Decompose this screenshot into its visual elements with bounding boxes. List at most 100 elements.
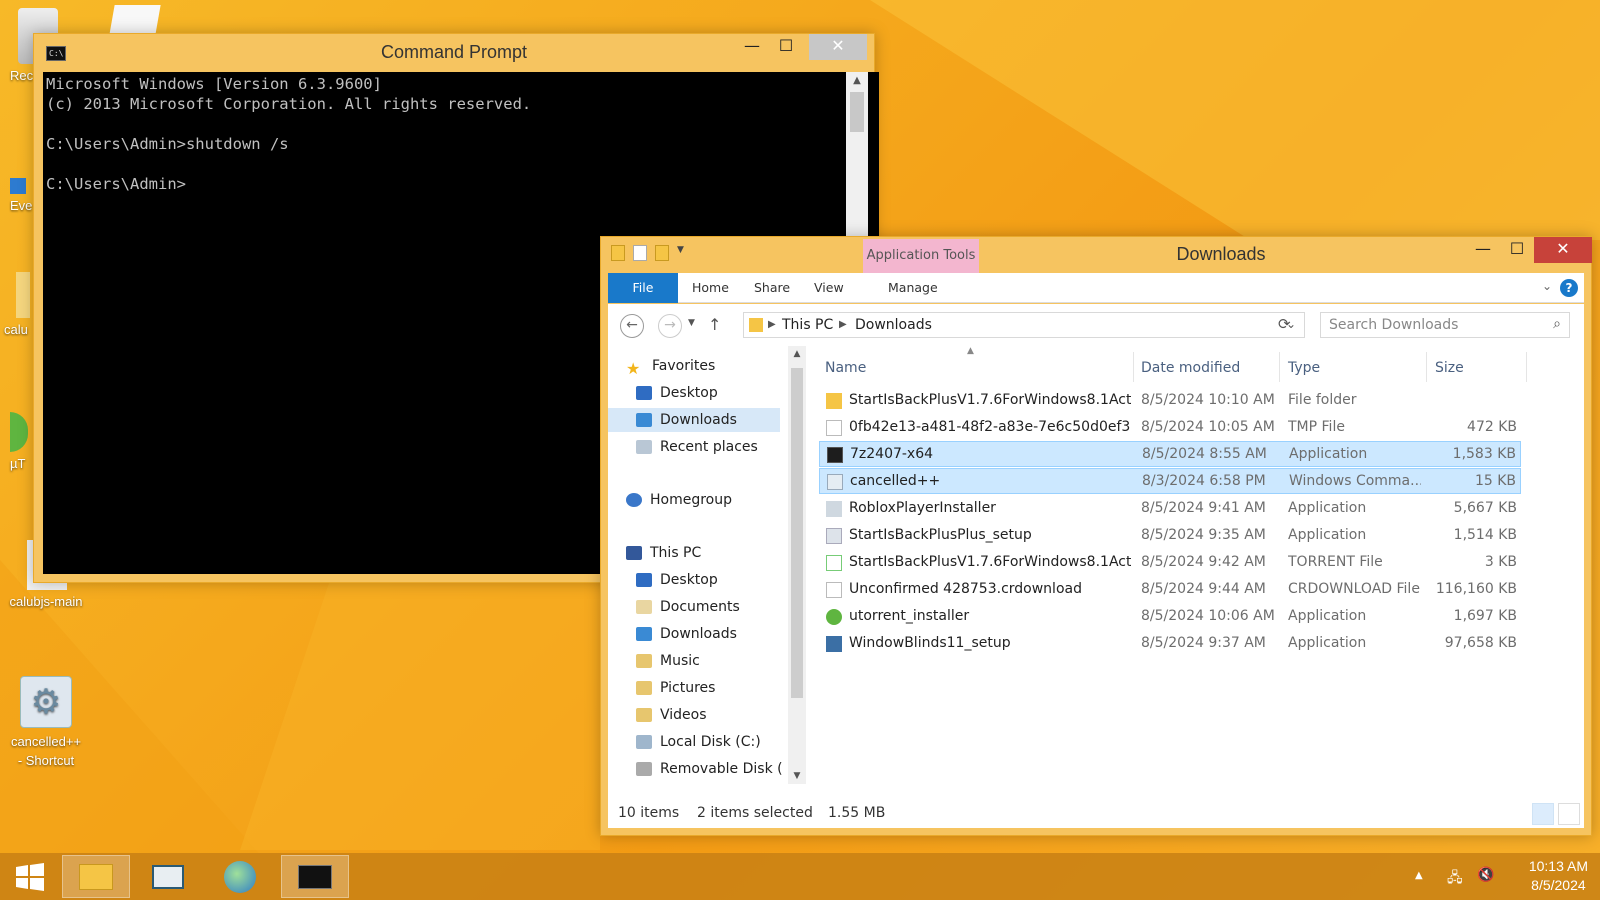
window-icon xyxy=(152,864,184,889)
taskbar-app-window[interactable] xyxy=(134,855,202,898)
system-clock[interactable]: 10:13 AM 8/5/2024 xyxy=(1529,857,1588,895)
file-size: 472 KB xyxy=(1467,419,1517,435)
file-row[interactable]: utorrent_installer 8/5/2024 10:06 AM App… xyxy=(819,604,1521,630)
nav-removable-disk[interactable]: Removable Disk ( xyxy=(636,757,783,781)
minimize-button[interactable]: — xyxy=(735,34,769,60)
column-header-name[interactable]: Name xyxy=(825,360,866,376)
nav-desktop[interactable]: Desktop xyxy=(636,381,718,405)
selection-size: 1.55 MB xyxy=(828,805,886,821)
address-toolbar: ← → ▼ ↑ ▶ This PC ▶ Downloads ⌄ ⟳ Search… xyxy=(608,304,1584,346)
file-row[interactable]: StartIsBackPlusV1.7.6ForWindows8.1Activ.… xyxy=(819,550,1521,576)
nav-this-pc[interactable]: This PC xyxy=(626,541,701,565)
file-row[interactable]: 0fb42e13-a481-48f2-a83e-7e6c50d0ef37... … xyxy=(819,415,1521,441)
browser-globe-icon xyxy=(224,860,256,893)
back-button[interactable]: ← xyxy=(620,314,644,338)
scroll-thumb[interactable] xyxy=(850,92,864,132)
desktop-icon xyxy=(636,386,652,400)
file-row-selected[interactable]: cancelled++ 8/3/2024 6:58 PM Windows Com… xyxy=(819,468,1521,494)
column-separator[interactable] xyxy=(1279,352,1280,382)
address-bar[interactable]: ▶ This PC ▶ Downloads ⌄ xyxy=(743,312,1305,338)
tab-manage[interactable]: Manage xyxy=(875,273,951,303)
explorer-titlebar[interactable]: ▼ Application Tools Downloads — ☐ ✕ xyxy=(601,237,1592,273)
tab-file[interactable]: File xyxy=(608,273,678,303)
folder-icon xyxy=(826,393,842,409)
network-icon[interactable]: 🖧 xyxy=(1447,867,1463,891)
utorrent-icon xyxy=(10,412,28,452)
refresh-icon[interactable]: ⟳ xyxy=(1278,315,1291,333)
close-button[interactable]: ✕ xyxy=(1534,237,1592,263)
file-size: 1,697 KB xyxy=(1453,608,1517,624)
desktop-icon-cancelled-shortcut[interactable]: ⚙ cancelled++ - Shortcut xyxy=(0,676,92,770)
scroll-thumb[interactable] xyxy=(791,368,803,698)
drive-icon xyxy=(636,735,652,749)
column-header-date-modified[interactable]: Date modified xyxy=(1141,360,1240,376)
cmd-titlebar[interactable]: Command Prompt — ☐ ✕ xyxy=(34,34,874,72)
desktop-icon-label: calubjs-main xyxy=(9,594,83,609)
show-hidden-icons-icon[interactable]: ▲ xyxy=(1415,870,1423,881)
column-header-type[interactable]: Type xyxy=(1288,360,1320,376)
nav-pc-desktop[interactable]: Desktop xyxy=(636,568,718,592)
explorer-window[interactable]: ▼ Application Tools Downloads — ☐ ✕ File… xyxy=(600,236,1592,836)
breadcrumb-this-pc[interactable]: This PC xyxy=(782,317,833,333)
nav-recent-places[interactable]: Recent places xyxy=(636,435,758,459)
nav-favorites[interactable]: ★ Favorites xyxy=(626,354,715,378)
nav-documents[interactable]: Documents xyxy=(636,595,740,619)
file-size: 1,514 KB xyxy=(1453,527,1517,543)
details-view-icon[interactable] xyxy=(1532,803,1554,825)
file-date: 8/5/2024 9:37 AM xyxy=(1141,635,1266,651)
maximize-button[interactable]: ☐ xyxy=(1500,237,1534,263)
large-icons-view-icon[interactable] xyxy=(1558,803,1580,825)
taskbar-browser[interactable] xyxy=(206,855,274,898)
taskbar-command-prompt[interactable] xyxy=(281,855,349,898)
item-count: 10 items xyxy=(618,805,680,821)
file-date: 8/5/2024 10:05 AM xyxy=(1141,419,1275,435)
up-button[interactable]: ↑ xyxy=(708,315,721,334)
tab-share[interactable]: Share xyxy=(741,273,803,303)
minimize-button[interactable]: — xyxy=(1466,237,1500,263)
star-icon: ★ xyxy=(626,359,641,378)
tab-home[interactable]: Home xyxy=(679,273,742,303)
breadcrumb-separator-icon[interactable]: ▶ xyxy=(839,319,847,330)
file-row[interactable]: StartIsBackPlusPlus_setup 8/5/2024 9:35 … xyxy=(819,523,1521,549)
file-row[interactable]: RobloxPlayerInstaller 8/5/2024 9:41 AM A… xyxy=(819,496,1521,522)
column-header-size[interactable]: Size xyxy=(1435,360,1464,376)
column-separator[interactable] xyxy=(1133,352,1134,382)
scroll-down-icon[interactable]: ▼ xyxy=(788,771,806,781)
folder-icon xyxy=(749,318,763,332)
column-separator[interactable] xyxy=(1526,352,1527,382)
breadcrumb-downloads[interactable]: Downloads xyxy=(855,317,932,333)
tab-view[interactable]: View xyxy=(801,273,857,303)
breadcrumb-separator-icon[interactable]: ▶ xyxy=(768,319,776,330)
file-list: ▲ Name Date modified Type Size StartIsBa… xyxy=(816,346,1584,784)
column-separator[interactable] xyxy=(1426,352,1427,382)
navigation-scrollbar[interactable]: ▲ ▼ xyxy=(788,346,806,784)
file-row[interactable]: StartIsBackPlusV1.7.6ForWindows8.1Activ.… xyxy=(819,388,1521,414)
nav-videos[interactable]: Videos xyxy=(636,703,707,727)
nav-music[interactable]: Music xyxy=(636,649,700,673)
file-date: 8/5/2024 10:10 AM xyxy=(1141,392,1275,408)
ribbon-expand-icon[interactable]: ⌄ xyxy=(1542,279,1552,293)
nav-downloads[interactable]: Downloads xyxy=(608,408,780,432)
scroll-up-icon[interactable]: ▲ xyxy=(788,349,806,359)
7zip-icon xyxy=(827,447,843,463)
close-button[interactable]: ✕ xyxy=(809,34,867,60)
maximize-button[interactable]: ☐ xyxy=(769,34,803,60)
volume-muted-icon[interactable]: 🔇 xyxy=(1477,867,1494,883)
nav-homegroup[interactable]: Homegroup xyxy=(626,488,732,512)
nav-local-disk[interactable]: Local Disk (C:) xyxy=(636,730,761,754)
scroll-up-icon[interactable]: ▲ xyxy=(846,75,868,86)
search-input[interactable]: Search Downloads ⌕ xyxy=(1320,312,1570,338)
start-button[interactable] xyxy=(0,855,60,898)
help-icon[interactable]: ? xyxy=(1560,279,1578,297)
file-row[interactable]: WindowBlinds11_setup 8/5/2024 9:37 AM Ap… xyxy=(819,631,1521,657)
nav-pictures[interactable]: Pictures xyxy=(636,676,715,700)
nav-label: Removable Disk ( xyxy=(660,761,783,777)
file-date: 8/5/2024 10:06 AM xyxy=(1141,608,1275,624)
nav-pc-downloads[interactable]: Downloads xyxy=(636,622,737,646)
file-row-selected[interactable]: 7z2407-x64 8/5/2024 8:55 AM Application … xyxy=(819,441,1521,467)
taskbar-file-explorer[interactable] xyxy=(62,855,130,898)
file-row[interactable]: Unconfirmed 428753.crdownload 8/5/2024 9… xyxy=(819,577,1521,603)
file-date: 8/5/2024 9:44 AM xyxy=(1141,581,1266,597)
recent-locations-icon[interactable]: ▼ xyxy=(688,318,695,328)
forward-button[interactable]: → xyxy=(658,314,682,338)
